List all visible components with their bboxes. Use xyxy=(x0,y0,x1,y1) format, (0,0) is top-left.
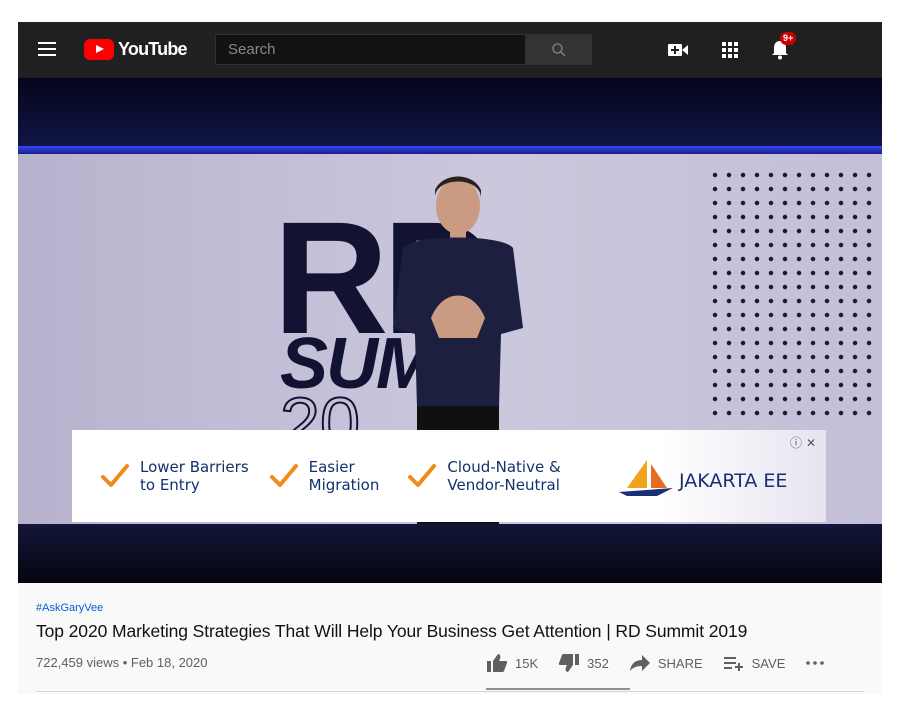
like-count: 15K xyxy=(515,655,539,671)
thumbs-up-icon xyxy=(487,654,508,672)
video-title: Top 2020 Marketing Strategies That Will … xyxy=(36,621,748,641)
youtube-window: YouTube Search 9+ RD SUM 20 Lower Barrie… xyxy=(18,22,882,694)
notifications-button[interactable]: 9+ xyxy=(768,32,797,62)
jakarta-sailboat-logo xyxy=(619,460,673,496)
ad-brand-name: JAKARTA EE xyxy=(679,470,788,492)
save-button[interactable]: SAVE xyxy=(723,655,785,671)
checkmark-icon xyxy=(408,464,437,487)
dislike-count: 352 xyxy=(587,655,609,671)
checkmark-icon xyxy=(269,464,298,487)
share-icon xyxy=(629,655,650,671)
video-player[interactable]: RD SUM 20 Lower Barriers to Entry Easier… xyxy=(18,78,882,583)
apps-grid-icon[interactable] xyxy=(718,38,742,62)
ad-banner[interactable]: Lower Barriers to Entry Easier Migration xyxy=(72,430,826,522)
menu-icon[interactable] xyxy=(38,42,56,56)
ad-item: Lower Barriers to Entry xyxy=(100,458,249,494)
playlist-add-icon xyxy=(723,657,743,671)
more-actions-button[interactable] xyxy=(805,660,832,666)
share-button[interactable]: SHARE xyxy=(629,654,703,672)
divider xyxy=(36,691,864,692)
ad-item: Easier Migration xyxy=(269,458,379,494)
logo-text: YouTube xyxy=(118,38,188,59)
more-horizontal-icon xyxy=(806,661,825,665)
search-input[interactable]: Search xyxy=(215,34,526,65)
video-actions: 15K 352 SHARE SAVE xyxy=(486,650,852,676)
view-count-date: 722,459 views • Feb 18, 2020 xyxy=(36,655,208,670)
checkmark-icon xyxy=(101,464,129,487)
like-button[interactable]: 15K xyxy=(486,653,538,673)
create-video-icon[interactable] xyxy=(666,38,690,62)
thumbs-down-icon xyxy=(558,654,580,672)
top-bar: YouTube Search 9+ xyxy=(18,22,882,78)
dislike-button[interactable]: 352 xyxy=(558,653,609,673)
like-ratio-bar xyxy=(486,688,630,690)
dot-pattern xyxy=(708,168,878,418)
ad-item: Cloud-Native & Vendor-Neutral xyxy=(407,458,561,494)
ad-brand-panel: JAKARTA EE ⓘ✕ xyxy=(617,430,826,522)
notification-badge: 9+ xyxy=(780,32,797,45)
search-icon xyxy=(552,42,566,57)
play-icon xyxy=(84,38,114,60)
search-button[interactable] xyxy=(526,34,592,65)
hashtag-link[interactable]: #AskGaryVee xyxy=(36,602,103,614)
youtube-logo[interactable]: YouTube xyxy=(84,38,188,60)
ad-close-icon[interactable]: ⓘ✕ xyxy=(790,434,820,451)
